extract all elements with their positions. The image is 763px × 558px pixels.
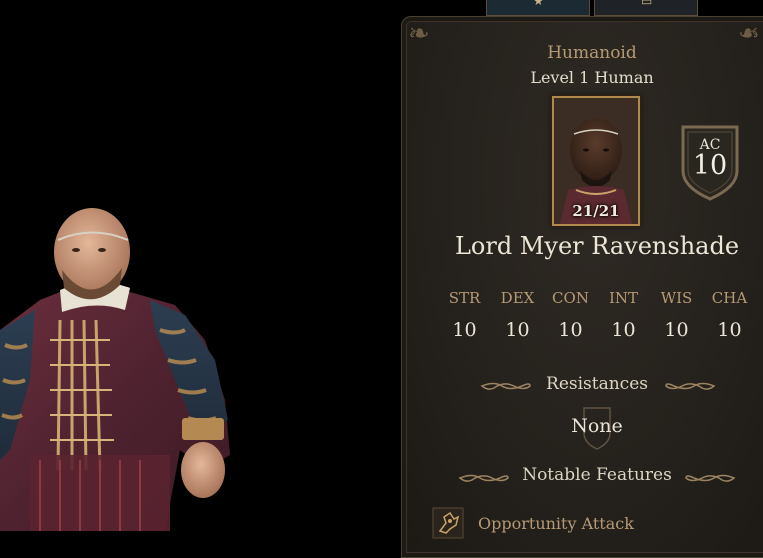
- stat-dex[interactable]: DEX 10: [491, 289, 544, 341]
- book-icon: ▭: [641, 0, 653, 8]
- tab-overview[interactable]: ★: [486, 0, 590, 16]
- opportunity-attack-icon: [432, 507, 464, 539]
- stat-str[interactable]: STR 10: [438, 289, 491, 341]
- ac-value: 10: [692, 150, 728, 181]
- stat-value: 10: [664, 319, 689, 341]
- panel-tabs: ★ ▭: [486, 0, 698, 16]
- stat-value: 10: [611, 319, 636, 341]
- stat-label: DEX: [500, 289, 535, 307]
- character-model: [0, 0, 400, 531]
- feature-opportunity-attack[interactable]: Opportunity Attack: [432, 507, 634, 539]
- stat-label: CHA: [711, 289, 748, 307]
- feature-name: Opportunity Attack: [478, 513, 634, 533]
- stat-value: 10: [452, 319, 477, 341]
- hit-points: 21/21: [572, 202, 620, 220]
- ability-scores: STR 10 DEX 10 CON 10 INT 10 WIS 10 CHA 1…: [438, 289, 756, 341]
- stat-label: INT: [608, 289, 639, 307]
- stat-value: 10: [505, 319, 530, 341]
- resistances-value: None: [571, 415, 623, 437]
- stat-label: CON: [552, 289, 589, 307]
- character-portrait[interactable]: 21/21: [552, 96, 640, 226]
- stat-label: STR: [448, 289, 481, 307]
- stat-value: 10: [717, 319, 742, 341]
- stat-label: WIS: [660, 289, 693, 307]
- creature-type: Humanoid: [547, 43, 637, 63]
- divider-flourish-icon: [685, 474, 736, 482]
- character-name: Lord Myer Ravenshade: [454, 232, 740, 260]
- stat-int[interactable]: INT 10: [597, 289, 650, 341]
- stat-cha[interactable]: CHA 10: [703, 289, 756, 341]
- stat-con[interactable]: CON 10: [544, 289, 597, 341]
- stat-value: 10: [558, 319, 583, 341]
- stat-wis[interactable]: WIS 10: [650, 289, 703, 341]
- level-race: Level 1 Human: [530, 68, 654, 87]
- tab-details[interactable]: ▭: [594, 0, 698, 16]
- character-info-panel: ❧ ❧ Humanoid Level 1 Human 21/21 AC 10 L…: [401, 16, 763, 558]
- divider-flourish-icon: [665, 382, 716, 390]
- star-icon: ★: [533, 0, 544, 8]
